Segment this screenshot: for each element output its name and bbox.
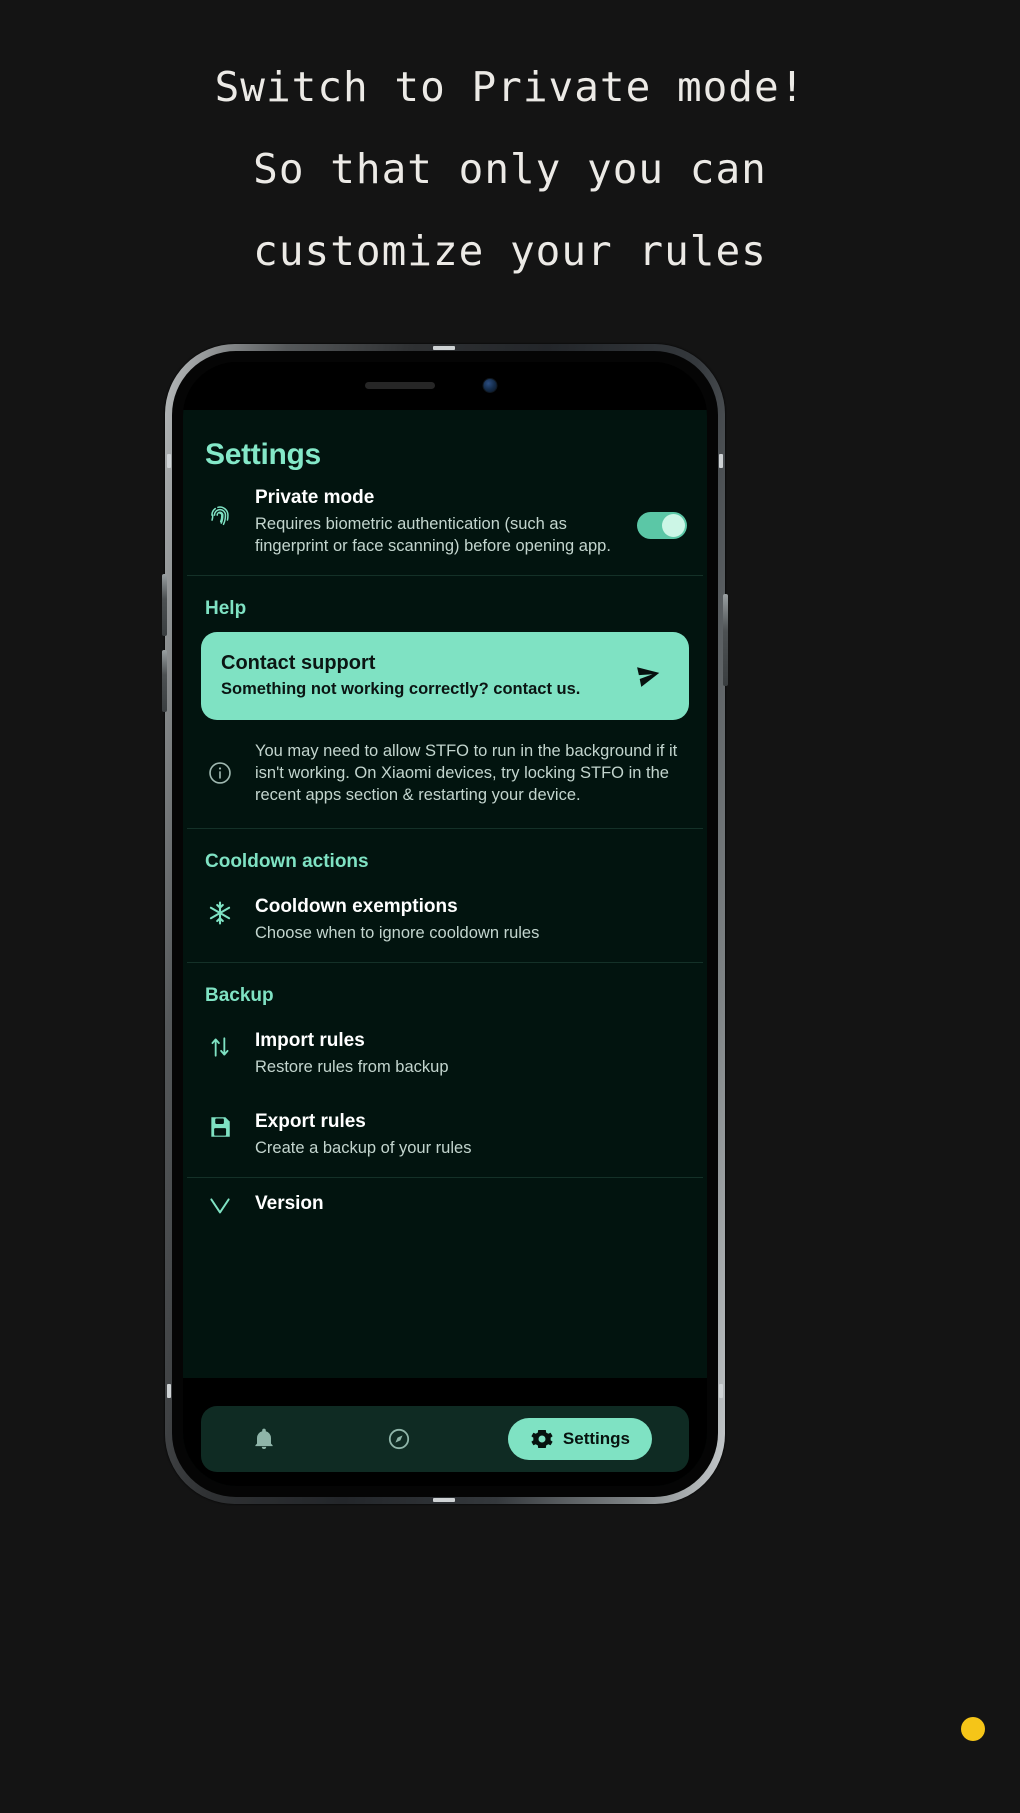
cooldown-exemptions-description: Choose when to ignore cooldown rules [255,924,540,942]
page-title: Settings [205,438,321,471]
import-rules-text: Import rules Restore rules from backup [255,1029,687,1078]
version-title: Version [255,1193,324,1214]
toggle-knob [662,514,685,537]
export-rules-title: Export rules [255,1111,366,1132]
gear-icon [530,1427,554,1451]
nav-item-explore[interactable] [373,1417,434,1461]
volume-up-button[interactable] [162,574,167,636]
setting-row-cooldown-exemptions[interactable]: Cooldown exemptions Choose when to ignor… [183,881,707,962]
setting-row-version[interactable]: Version [183,1178,707,1237]
contact-support-title: Contact support [221,652,376,674]
setting-row-export-rules[interactable]: Export rules Create a backup of your rul… [183,1096,707,1177]
version-text: Version [255,1192,687,1219]
nav-item-notifications[interactable] [238,1417,299,1461]
export-rules-description: Create a backup of your rules [255,1139,472,1157]
status-notch-bar [183,362,707,410]
headline-line-3: customize your rules [253,227,767,275]
contact-support-text: Contact support Something not working co… [221,650,621,700]
bell-icon [252,1427,276,1451]
info-icon [203,760,237,786]
save-disk-icon [203,1110,237,1140]
setting-row-import-rules[interactable]: Import rules Restore rules from backup [183,1015,707,1096]
phone-bezel: Settings Private mode Requires biometric… [172,351,718,1497]
page-root: Switch to Private mode! So that only you… [0,0,1020,1813]
private-mode-text: Private mode Requires biometric authenti… [255,486,619,557]
help-note-text: You may need to allow STFO to run in the… [255,742,678,804]
import-rules-title: Import rules [255,1030,365,1051]
contact-support-description: Something not working correctly? contact… [221,680,581,698]
headline-line-2: So that only you can [253,145,767,193]
contact-support-card[interactable]: Contact support Something not working co… [201,632,689,720]
phone-screen: Settings Private mode Requires biometric… [183,362,707,1486]
antenna-line [719,1384,723,1398]
private-mode-toggle[interactable] [637,512,687,539]
earpiece-speaker-icon [365,382,435,389]
settings-scroll-area[interactable]: Settings Private mode Requires biometric… [183,410,707,1357]
tag-icon [203,1192,237,1218]
compass-icon [387,1427,411,1451]
section-help: Help Contact support Something not worki… [183,576,707,828]
promo-headline: Switch to Private mode! So that only you… [0,46,1020,292]
page-indicator-dot[interactable] [961,1717,985,1741]
section-header-help: Help [205,598,247,619]
section-header-backup: Backup [205,985,274,1006]
nav-item-settings-label: Settings [562,1429,630,1448]
bottom-navigation-bar: Settings [201,1406,689,1472]
headline-line-1: Switch to Private mode! [214,63,806,111]
section-backup: Backup Import rules Restore rules from b… [183,963,707,1177]
section-header-cooldown: Cooldown actions [205,851,369,872]
cooldown-exemptions-title: Cooldown exemptions [255,896,458,917]
private-mode-description: Requires biometric authentication (such … [255,515,611,555]
help-note-row: You may need to allow STFO to run in the… [183,730,707,828]
section-cooldown-actions: Cooldown actions Cooldown exemptions Cho… [183,829,707,962]
snowflake-icon [203,895,237,927]
setting-row-private-mode[interactable]: Private mode Requires biometric authenti… [183,472,707,575]
send-icon [635,661,669,689]
cooldown-exemptions-text: Cooldown exemptions Choose when to ignor… [255,895,687,944]
nav-item-settings[interactable]: Settings [507,1418,652,1460]
fingerprint-icon [203,486,237,530]
antenna-line [433,346,455,350]
power-button[interactable] [723,594,728,686]
app-viewport: Settings Private mode Requires biometric… [183,410,707,1486]
volume-down-button[interactable] [162,650,167,712]
antenna-line [433,1498,455,1502]
antenna-line [719,454,723,468]
phone-mockup: Settings Private mode Requires biometric… [162,344,728,1504]
antenna-line [167,1384,171,1398]
antenna-line [167,454,171,468]
front-camera-icon [482,378,498,393]
private-mode-title: Private mode [255,487,375,508]
import-arrows-icon [203,1029,237,1061]
import-rules-description: Restore rules from backup [255,1058,449,1076]
export-rules-text: Export rules Create a backup of your rul… [255,1110,687,1159]
